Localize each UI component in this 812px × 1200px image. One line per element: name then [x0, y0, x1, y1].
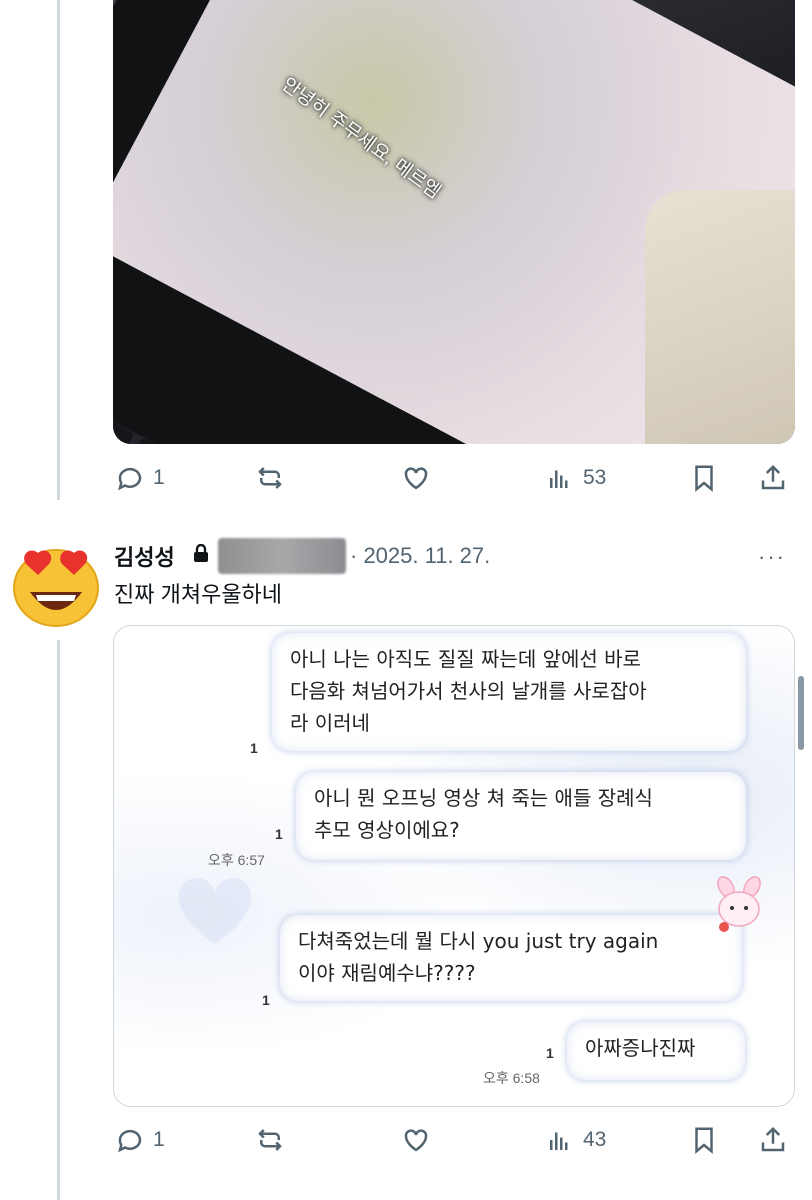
post2-action-bar: 1 43 [113, 1120, 795, 1160]
thread-line [57, 640, 60, 1200]
thread-line [57, 0, 60, 500]
read-count: 1 [250, 740, 258, 756]
chat-line: 이야 재림예수냐???? [298, 961, 476, 985]
chat-line: 추모 영상이에요? [314, 818, 460, 842]
like-button[interactable] [401, 463, 431, 493]
chat-line: 다음화 쳐넘어가서 천사의 날개를 사로잡아 [290, 679, 647, 703]
reply-button[interactable]: 1 [115, 463, 165, 493]
share-button[interactable] [758, 1125, 788, 1155]
retweet-icon [258, 1129, 282, 1151]
post-date[interactable]: · 2025. 11. 27. [350, 543, 490, 569]
chat-line: 아짜증나진짜 [585, 1036, 696, 1060]
views-icon [550, 1132, 568, 1150]
views-count: 53 [583, 466, 607, 489]
message-time: 오후 6:57 [208, 852, 265, 868]
share-icon [761, 1126, 785, 1152]
views-icon [550, 470, 568, 488]
views-count: 43 [583, 1128, 607, 1151]
share-button[interactable] [758, 463, 788, 493]
bookmark-icon [695, 1127, 713, 1154]
message-time: 오후 6:58 [483, 1070, 540, 1086]
reply-icon [118, 1129, 142, 1153]
chat-bubble: 아니 뭔 오프닝 영상 쳐 죽는 애들 장례식 추모 영상이에요? [296, 772, 746, 860]
lock-icon [194, 544, 208, 562]
retweet-button[interactable] [255, 1125, 285, 1155]
retweet-button[interactable] [255, 463, 285, 493]
reply-count: 1 [153, 1128, 165, 1151]
chat-bubble: 아짜증나진짜 [567, 1022, 745, 1080]
share-icon [761, 464, 785, 490]
scrollbar[interactable] [798, 676, 804, 750]
chat-line: 아니 나는 아직도 질질 짜는데 앞에선 바로 [290, 647, 641, 671]
chat-bubble: 아니 나는 아직도 질질 짜는데 앞에선 바로 다음화 쳐넘어가서 천사의 날개… [272, 633, 746, 751]
read-count: 1 [262, 992, 270, 1008]
read-count: 1 [275, 826, 283, 842]
author-handle-blurred [218, 538, 346, 574]
chat-line: 다쳐죽었는데 뭘 다시 you just try again [298, 929, 659, 953]
retweet-icon [258, 467, 282, 489]
views-button[interactable]: 53 [545, 463, 606, 493]
like-icon [404, 467, 428, 490]
post1-action-bar: 1 53 [113, 458, 795, 498]
views-button[interactable]: 43 [545, 1125, 606, 1155]
like-button[interactable] [401, 1125, 431, 1155]
bunny-sticker [717, 876, 761, 932]
bookmark-button[interactable] [689, 1125, 719, 1155]
post1-media-photo[interactable]: 안녕히 주무세요, 메르엠 [113, 0, 795, 444]
chat-line: 라 이러네 [290, 711, 370, 735]
heart-decoration [178, 878, 252, 944]
author-name[interactable]: 김성성 [114, 540, 175, 572]
avatar[interactable] [10, 540, 102, 628]
bookmark-icon [695, 465, 713, 492]
chat-bubble: 다쳐죽었는데 뭘 다시 you just try again 이야 재림예수냐?… [280, 915, 742, 1001]
bedsheet [645, 190, 795, 444]
post-text: 진짜 개쳐우울하네 [114, 582, 283, 607]
read-count: 1 [546, 1045, 554, 1061]
reply-button[interactable]: 1 [115, 1125, 165, 1155]
bookmark-button[interactable] [689, 463, 719, 493]
chat-line: 아니 뭔 오프닝 영상 쳐 죽는 애들 장례식 [314, 786, 653, 810]
like-icon [404, 1129, 428, 1152]
reply-count: 1 [153, 466, 165, 489]
reply-icon [118, 467, 142, 491]
more-icon[interactable]: ··· [758, 544, 786, 570]
